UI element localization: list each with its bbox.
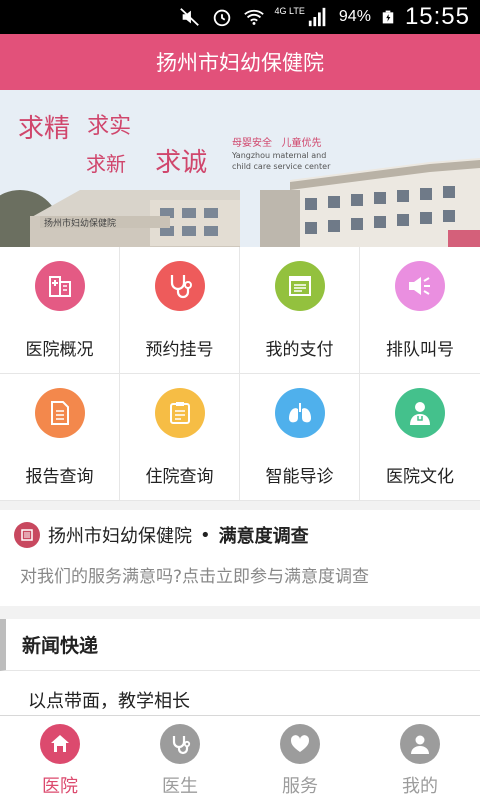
grid-item-queue-call[interactable]: 排队叫号 (360, 247, 480, 374)
survey-card[interactable]: 扬州市妇幼保健院 • 满意度调查 对我们的服务满意吗?点击立即参与满意度调查 (0, 510, 480, 606)
tab-mine[interactable]: 我的 (360, 716, 480, 800)
signal-icon (308, 7, 326, 27)
grid-item-hospital-overview[interactable]: 医院概况 (0, 247, 120, 374)
lungs-icon (288, 403, 311, 423)
tab-hospital[interactable]: 医院 (0, 716, 120, 800)
stethoscope-icon (172, 736, 191, 755)
status-bar: 4G LTE 94% 15:55 (0, 0, 480, 34)
tab-label: 医生 (162, 776, 198, 797)
user-icon (411, 735, 429, 754)
grid-item-appointment[interactable]: 预约挂号 (120, 247, 240, 374)
speaker-icon (409, 277, 430, 295)
grid-item-label: 报告查询 (25, 467, 94, 487)
news-item[interactable]: 以点带面，教学相长 (0, 671, 480, 713)
grid-item-my-payment[interactable]: 我的支付 (240, 247, 360, 374)
slogan-1: 求精 (18, 114, 71, 144)
clock: 15:55 (404, 3, 470, 30)
stethoscope-icon (170, 275, 192, 299)
network-type: 4G LTE (274, 6, 305, 16)
tab-doctor[interactable]: 医生 (120, 716, 240, 800)
survey-prompt[interactable]: 对我们的服务满意吗?点击立即参与满意度调查 (14, 562, 480, 587)
building-sign: 扬州市妇幼保健院 (44, 219, 117, 229)
home-icon (51, 735, 69, 752)
banner-english-2: child care service center (232, 162, 331, 171)
grid-item-label: 预约挂号 (145, 340, 214, 360)
tab-label: 我的 (402, 776, 438, 797)
tab-label: 服务 (282, 776, 318, 797)
banner-motto: 母婴安全 儿童优先 (232, 138, 322, 149)
news-section: 新闻快递 以点带面，教学相长 (0, 619, 480, 719)
heart-icon (290, 735, 310, 752)
function-grid: 医院概况 预约挂号 我的支付 排队叫号 报告查询 住院查询 智能导诊 医院文化 (0, 247, 480, 501)
slogan-3: 求新 (86, 152, 126, 176)
news-heading: 新闻快递 (0, 619, 480, 671)
battery-icon (382, 10, 394, 24)
grid-item-inpatient-query[interactable]: 住院查询 (120, 374, 240, 501)
wifi-icon (243, 9, 264, 25)
mute-icon (179, 8, 199, 26)
survey-separator: • (200, 524, 211, 546)
grid-item-label: 排队叫号 (386, 340, 454, 360)
grid-item-report-query[interactable]: 报告查询 (0, 374, 120, 501)
grid-item-label: 医院概况 (25, 340, 94, 360)
grid-item-label: 医院文化 (386, 467, 454, 487)
grid-item-label: 住院查询 (145, 467, 214, 487)
grid-item-label: 智能导诊 (265, 467, 334, 487)
survey-icon (14, 522, 40, 548)
alarm-icon (213, 9, 230, 27)
grid-item-smart-guide[interactable]: 智能导诊 (240, 374, 360, 501)
survey-title: 满意度调查 (218, 526, 309, 547)
grid-item-hospital-culture[interactable]: 医院文化 (360, 374, 480, 501)
hero-banner[interactable]: 求精 求实 求新 求诚 母婴安全 儿童优先 Yangzhou maternal … (0, 90, 480, 247)
hospital-icon (48, 276, 71, 297)
banner-english-1: Yangzhou maternal and (232, 151, 327, 160)
clipboard-icon (169, 402, 190, 424)
slogan-4: 求诚 (155, 148, 208, 178)
page-title: 扬州市妇幼保健院 (156, 51, 324, 75)
bottom-tab-bar: 医院 医生 服务 我的 (0, 715, 480, 800)
survey-hospital-name: 扬州市妇幼保健院 (48, 526, 192, 547)
grid-item-label: 我的支付 (265, 340, 334, 360)
document-icon (50, 401, 69, 425)
receipt-icon (288, 276, 311, 296)
tab-service[interactable]: 服务 (240, 716, 360, 800)
doctor-icon (410, 402, 430, 425)
slogan-2: 求实 (87, 114, 132, 139)
tab-label: 医院 (42, 776, 78, 797)
app-header: 扬州市妇幼保健院 (0, 34, 480, 90)
battery-level: 94% (338, 8, 371, 25)
